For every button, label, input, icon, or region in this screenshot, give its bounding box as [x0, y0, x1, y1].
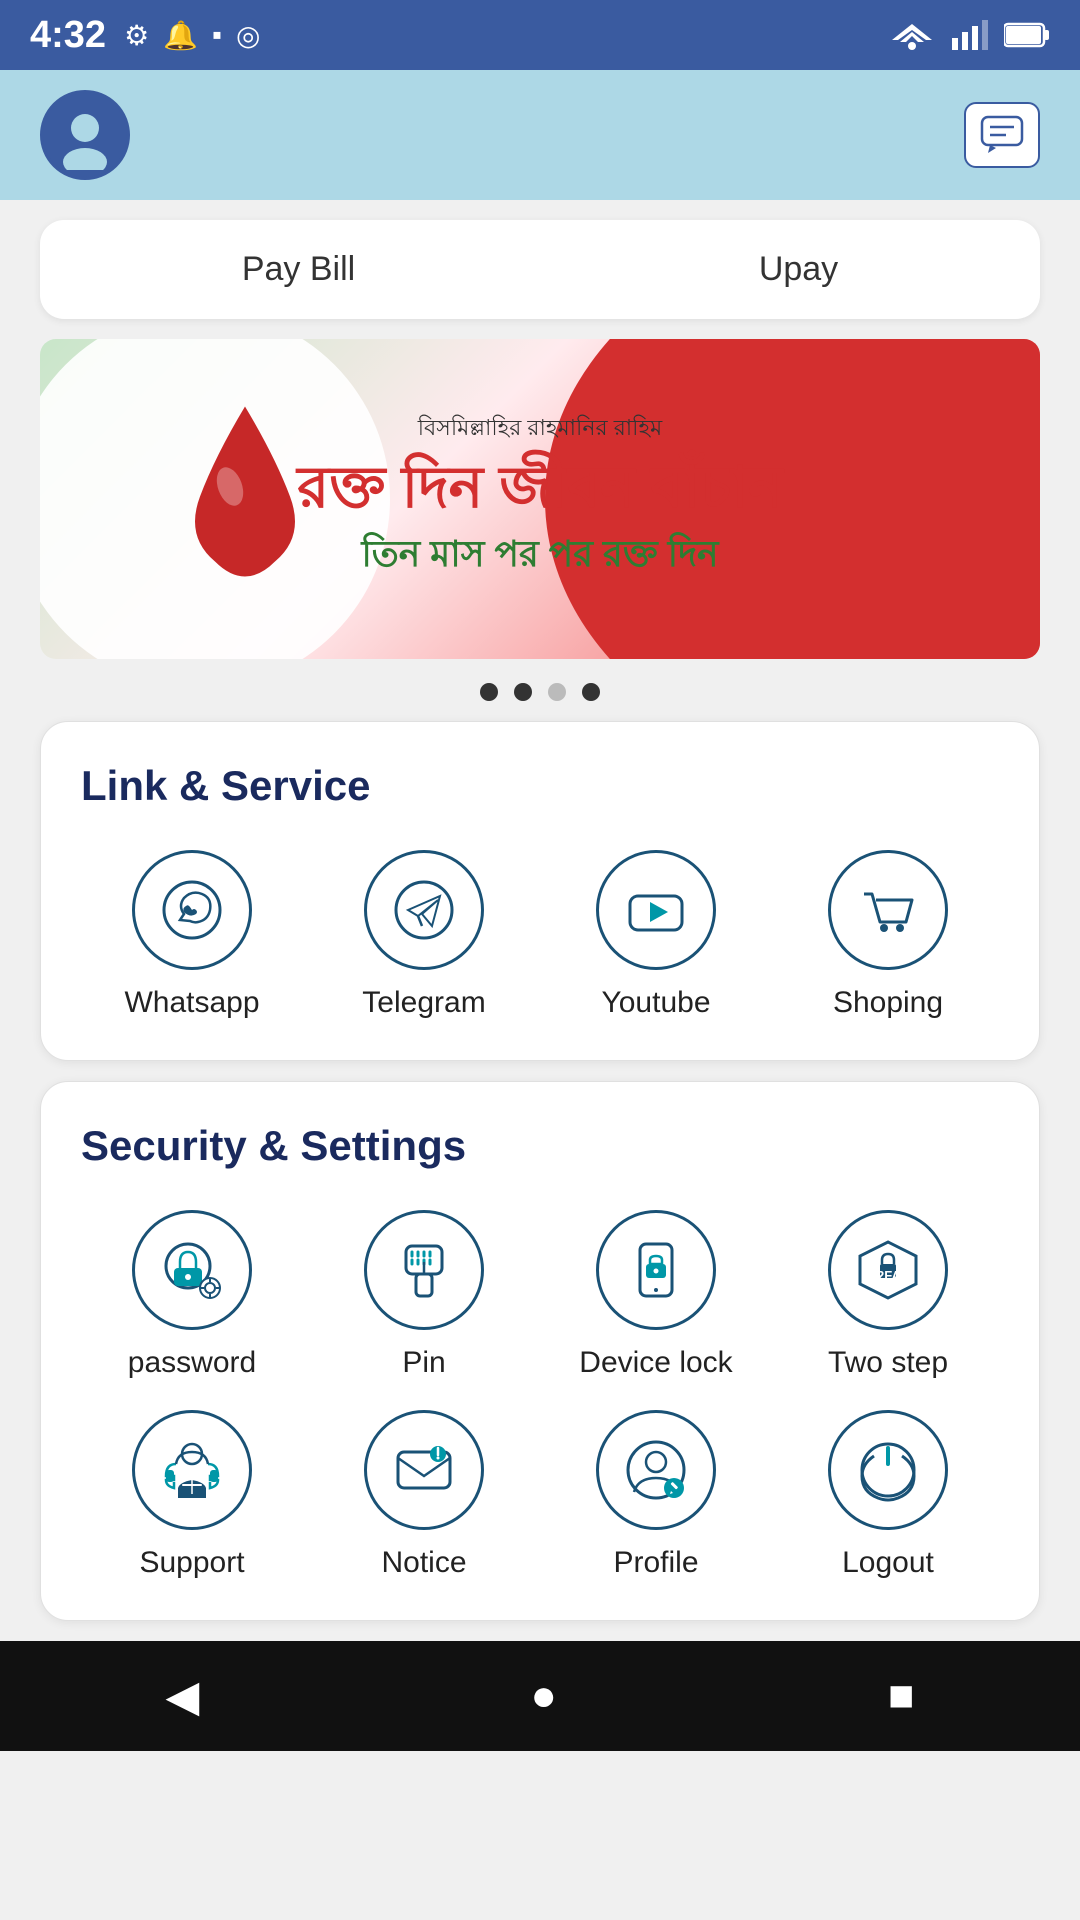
pin-label: Pin — [402, 1346, 445, 1380]
dot-4[interactable] — [582, 683, 600, 701]
youtube-label: Youtube — [601, 986, 710, 1020]
avatar[interactable] — [40, 90, 130, 180]
notice-item[interactable]: Notice — [313, 1410, 535, 1580]
two-step-item[interactable]: 2FA Two step — [777, 1210, 999, 1380]
youtube-icon — [622, 876, 690, 944]
signal-icon — [952, 20, 988, 50]
two-step-icon-circle: 2FA — [828, 1210, 948, 1330]
quick-actions: Pay Bill Upay — [40, 220, 1040, 319]
notification-status-icon: 🔔 — [163, 19, 198, 52]
device-lock-item[interactable]: Device lock — [545, 1210, 767, 1380]
notice-icon — [388, 1434, 460, 1506]
dot-3[interactable] — [548, 683, 566, 701]
dot-1[interactable] — [480, 683, 498, 701]
shopping-item[interactable]: Shoping — [777, 850, 999, 1020]
status-right — [888, 20, 1050, 50]
security-settings-section: Security & Settings passwor — [40, 1081, 1040, 1621]
profile-icon — [620, 1434, 692, 1506]
home-button[interactable]: ● — [530, 1671, 557, 1721]
profile-icon-circle — [596, 1410, 716, 1530]
back-button[interactable]: ◀ — [166, 1671, 200, 1722]
status-bar: 4:32 ⚙ 🔔 ▪ ◎ — [0, 0, 1080, 70]
status-time: 4:32 — [30, 14, 106, 57]
telegram-label: Telegram — [362, 986, 485, 1020]
pin-icon-circle — [364, 1210, 484, 1330]
whatsapp-icon-circle — [132, 850, 252, 970]
pin-item[interactable]: Pin — [313, 1210, 535, 1380]
whatsapp-icon — [158, 876, 226, 944]
logout-icon — [852, 1434, 924, 1506]
dot-2[interactable] — [514, 683, 532, 701]
password-icon-circle — [132, 1210, 252, 1330]
support-icon-circle — [132, 1410, 252, 1530]
device-lock-icon-circle — [596, 1210, 716, 1330]
settings-status-icon: ⚙ — [124, 19, 149, 52]
status-left: 4:32 ⚙ 🔔 ▪ ◎ — [30, 14, 260, 57]
support-icon — [156, 1434, 228, 1506]
profile-label: Profile — [613, 1546, 698, 1580]
svg-text:2FA: 2FA — [877, 1268, 901, 1283]
recent-button[interactable]: ■ — [888, 1671, 915, 1721]
security-settings-title: Security & Settings — [81, 1122, 999, 1170]
whatsapp-item[interactable]: Whatsapp — [81, 850, 303, 1020]
two-step-icon: 2FA — [852, 1234, 924, 1306]
pin-icon — [388, 1234, 460, 1306]
link-service-title: Link & Service — [81, 762, 999, 810]
bottom-navigation: ◀ ● ■ — [0, 1641, 1080, 1751]
password-label: password — [128, 1346, 256, 1380]
device-lock-icon — [620, 1234, 692, 1306]
app-header — [0, 70, 1080, 200]
logout-label: Logout — [842, 1546, 934, 1580]
password-icon — [156, 1234, 228, 1306]
link-service-section: Link & Service Whatsapp Tele — [40, 721, 1040, 1061]
promotional-banner: বিসমিল্লাহির রাহমানির রাহিম রক্ত দিন জীব… — [40, 339, 1040, 659]
battery-icon — [1004, 20, 1050, 50]
logout-item[interactable]: Logout — [777, 1410, 999, 1580]
status-icons: ⚙ 🔔 ▪ ◎ — [124, 19, 260, 52]
telegram-item[interactable]: Telegram — [313, 850, 535, 1020]
support-item[interactable]: Support — [81, 1410, 303, 1580]
square-status-icon: ▪ — [212, 19, 222, 51]
wifi-icon — [888, 20, 936, 50]
profile-item[interactable]: Profile — [545, 1410, 767, 1580]
whatsapp-label: Whatsapp — [124, 986, 259, 1020]
logout-icon-circle — [828, 1410, 948, 1530]
shopping-icon-circle — [828, 850, 948, 970]
password-item[interactable]: password — [81, 1210, 303, 1380]
support-label: Support — [139, 1546, 244, 1580]
notice-label: Notice — [381, 1546, 466, 1580]
notice-icon-circle — [364, 1410, 484, 1530]
two-step-label: Two step — [828, 1346, 948, 1380]
telegram-icon-circle — [364, 850, 484, 970]
shopping-icon — [854, 876, 922, 944]
telegram-icon — [390, 876, 458, 944]
blood-drop-icon — [180, 397, 310, 602]
pay-bill-button[interactable]: Pay Bill — [242, 250, 355, 289]
upay-button[interactable]: Upay — [759, 250, 838, 289]
chat-button[interactable] — [964, 102, 1040, 168]
shopping-label: Shoping — [833, 986, 943, 1020]
security-settings-grid: password Pin — [81, 1210, 999, 1580]
circle-status-icon: ◎ — [236, 19, 260, 52]
banner-dots — [0, 683, 1080, 701]
youtube-item[interactable]: Youtube — [545, 850, 767, 1020]
youtube-icon-circle — [596, 850, 716, 970]
link-service-grid: Whatsapp Telegram Youtube — [81, 850, 999, 1020]
device-lock-label: Device lock — [579, 1346, 732, 1380]
